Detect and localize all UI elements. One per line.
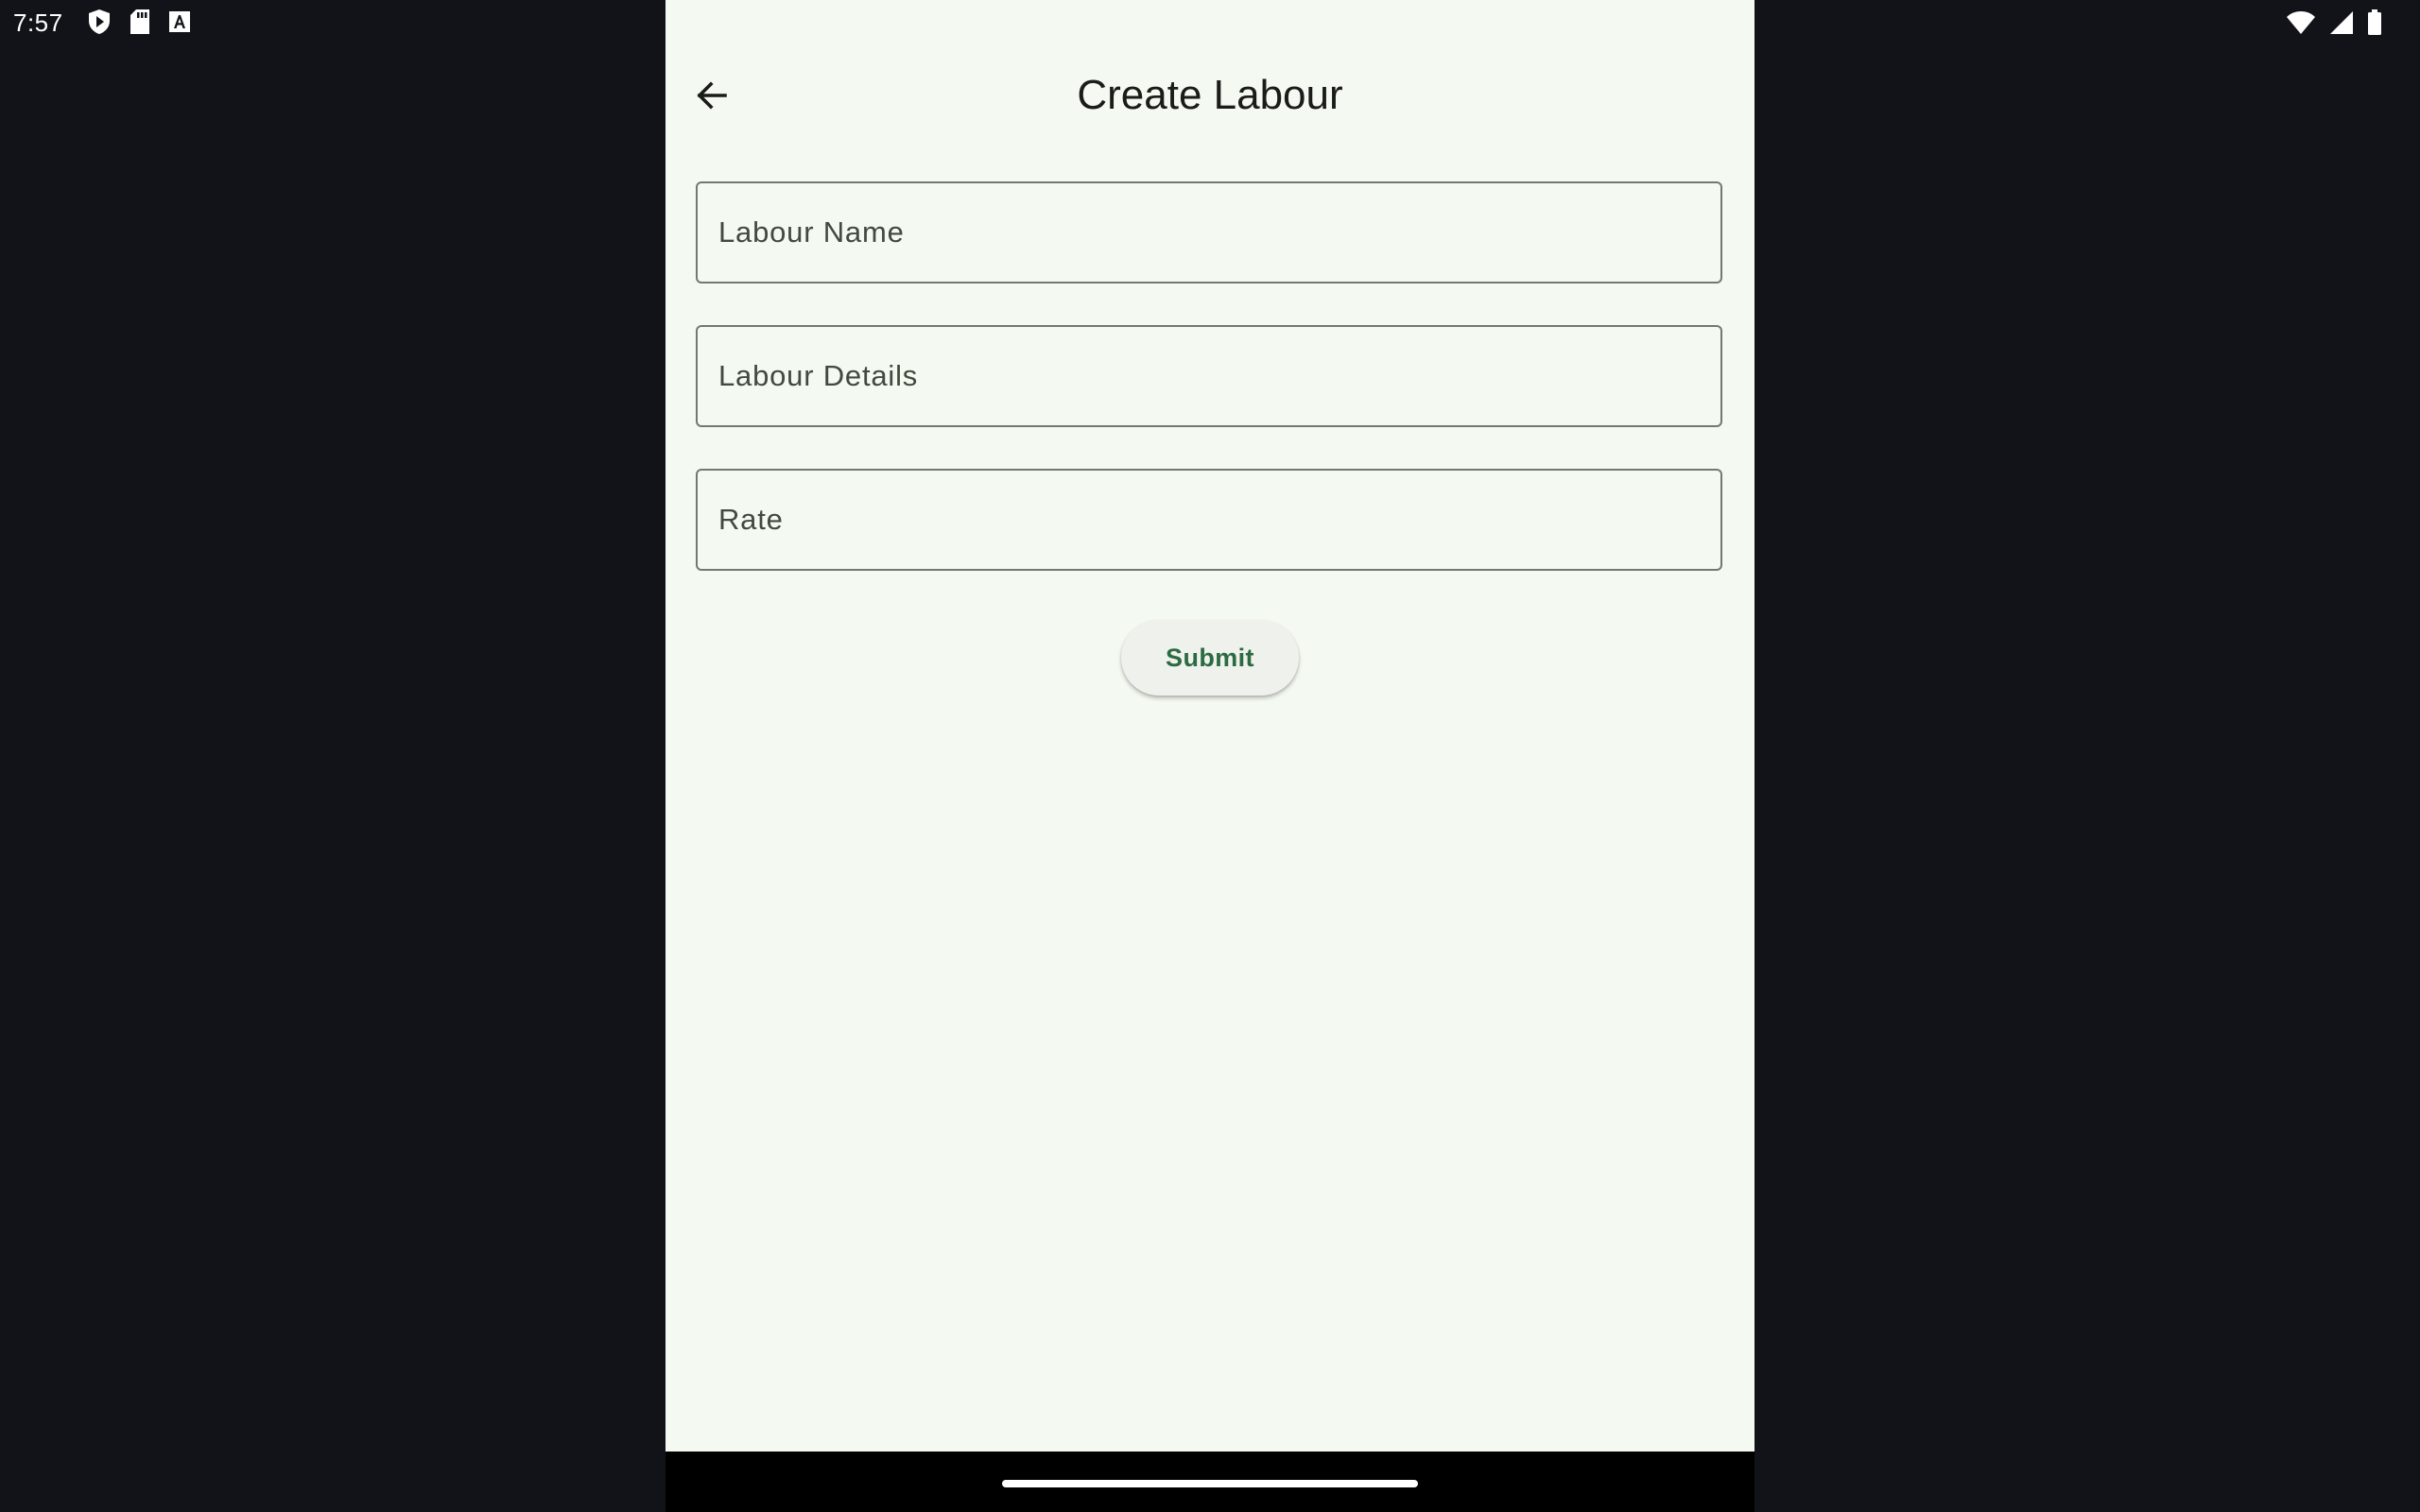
sd-card-icon (129, 9, 151, 40)
labour-details-input[interactable] (698, 327, 1720, 425)
page-title: Create Labour (1077, 72, 1343, 118)
app-window: Create Labour Submit (666, 0, 1754, 1452)
wifi-icon (2286, 10, 2316, 40)
play-protect-icon (87, 9, 112, 40)
home-indicator[interactable] (1002, 1480, 1418, 1487)
rate-input[interactable] (698, 471, 1720, 569)
battery-icon (2367, 9, 2382, 41)
labour-details-field[interactable] (696, 325, 1722, 427)
labour-name-input[interactable] (698, 183, 1720, 282)
status-time: 7:57 (13, 9, 63, 37)
labour-name-field[interactable] (696, 181, 1722, 284)
app-bar: Create Labour (666, 45, 1754, 149)
submit-button[interactable]: Submit (1121, 620, 1299, 696)
rate-field[interactable] (696, 469, 1722, 571)
submit-button-label: Submit (1166, 643, 1254, 672)
status-icons-left (87, 9, 191, 40)
navigation-bar (666, 1452, 1754, 1512)
status-icons-right (2286, 9, 2382, 41)
font-a-icon (168, 10, 191, 38)
cellular-signal-icon (2329, 10, 2354, 40)
